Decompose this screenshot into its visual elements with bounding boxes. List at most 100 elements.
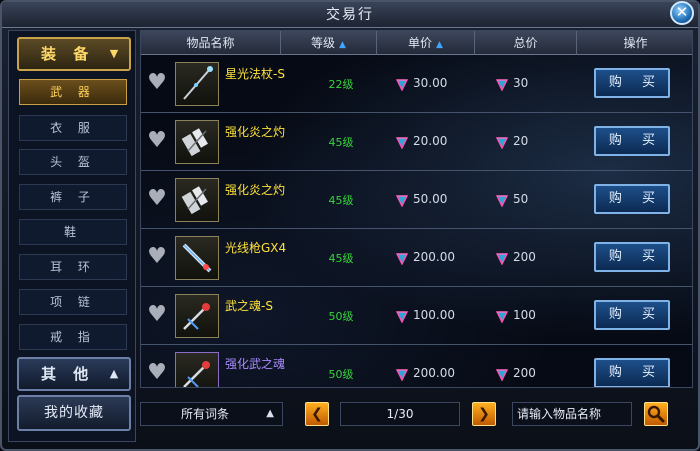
- window-title: 交易行: [326, 7, 374, 23]
- unit-price: 20.00: [413, 134, 448, 148]
- title-bar: 交易行: [2, 2, 698, 28]
- buy-button[interactable]: 购 买: [594, 300, 670, 330]
- prev-page-button[interactable]: ❮: [305, 402, 329, 426]
- table-row: ♥ 强化武之魂 50级 200.00 200 购 买: [141, 346, 692, 387]
- arrow-left-icon: ❮: [311, 406, 323, 422]
- favorite-heart-icon[interactable]: ♥: [145, 246, 169, 268]
- diamond-currency-icon: [495, 134, 509, 150]
- item-name: 强化武之魂: [225, 357, 286, 371]
- diamond-currency-icon: [395, 192, 409, 208]
- item-name: 光线枪GX4: [225, 241, 287, 255]
- item-name: 强化炎之灼: [225, 125, 286, 139]
- item-name: 武之魂-S: [225, 299, 273, 313]
- column-header-level[interactable]: 等级 ▲: [281, 31, 377, 55]
- search-icon: [647, 405, 665, 423]
- favorite-heart-icon[interactable]: ♥: [145, 188, 169, 210]
- attribute-filter-dropdown[interactable]: 所有词条 ▲: [140, 402, 283, 426]
- total-price: 50: [513, 192, 529, 206]
- item-level: 45级: [328, 136, 354, 149]
- total-price: 200: [513, 366, 536, 380]
- other-category-label: 其 他: [41, 365, 95, 383]
- table-row: ♥ 强化炎之灼 45级 50.00 50 购 买: [141, 172, 692, 229]
- table-header: 物品名称 等级 ▲ 单价 ▲ 总价 操作: [141, 31, 692, 55]
- item-search-input[interactable]: [512, 402, 632, 426]
- close-button[interactable]: ✕: [670, 1, 694, 25]
- sidebar-item-helmet[interactable]: 头 盔: [19, 149, 127, 175]
- gauntlet-icon[interactable]: [175, 178, 219, 222]
- unit-price: 50.00: [413, 192, 448, 206]
- diamond-currency-icon: [495, 366, 509, 382]
- sidebar-item-earrings[interactable]: 耳 环: [19, 254, 127, 280]
- diamond-currency-icon: [495, 192, 509, 208]
- sort-up-icon: ▲: [436, 40, 443, 50]
- gauntlet-icon[interactable]: [175, 120, 219, 164]
- table-row: ♥ 强化炎之灼 45级 20.00 20 购 买: [141, 114, 692, 171]
- column-header-item-name: 物品名称: [141, 31, 281, 55]
- diamond-currency-icon: [495, 308, 509, 324]
- item-level: 50级: [328, 368, 354, 381]
- diamond-currency-icon: [395, 366, 409, 382]
- sidebar-item-weapon[interactable]: 武 器: [19, 79, 127, 105]
- page-indicator: 1/30: [340, 402, 460, 426]
- staff-icon[interactable]: [175, 62, 219, 106]
- column-header-unit-price[interactable]: 单价 ▲: [377, 31, 475, 55]
- column-header-total-price: 总价: [475, 31, 577, 55]
- unit-price: 200.00: [413, 250, 455, 264]
- table-row: ♥ 光线枪GX4 45级 200.00 200 购 买: [141, 230, 692, 287]
- unit-price: 100.00: [413, 308, 455, 322]
- diamond-currency-icon: [395, 308, 409, 324]
- equipment-category-label: 装 备: [41, 45, 95, 63]
- filter-label: 所有词条: [181, 407, 230, 421]
- total-price: 20: [513, 134, 529, 148]
- sidebar-item-ring[interactable]: 戒 指: [19, 324, 127, 350]
- favorite-heart-icon[interactable]: ♥: [145, 362, 169, 384]
- buy-button[interactable]: 购 买: [594, 358, 670, 387]
- buy-button[interactable]: 购 买: [594, 184, 670, 214]
- unit-price: 200.00: [413, 366, 455, 380]
- item-level: 45级: [328, 252, 354, 265]
- sidebar-item-necklace[interactable]: 项 链: [19, 289, 127, 315]
- item-level: 22级: [328, 78, 354, 91]
- ray-gun-icon[interactable]: [175, 236, 219, 280]
- sidebar-item-clothes[interactable]: 衣 服: [19, 115, 127, 141]
- sidebar-item-shoes[interactable]: 鞋: [19, 219, 127, 245]
- arrow-right-icon: ❯: [478, 406, 490, 422]
- blade-icon[interactable]: [175, 294, 219, 338]
- category-sidebar: 装 备 ▼ 武 器 衣 服 头 盔 裤 子 鞋 耳 环 项 链 戒 指 其 他 …: [8, 30, 136, 442]
- next-page-button[interactable]: ❯: [472, 402, 496, 426]
- equipment-category-header[interactable]: 装 备 ▼: [17, 37, 131, 71]
- total-price: 200: [513, 250, 536, 264]
- favorites-button[interactable]: 我的收藏: [17, 395, 131, 431]
- item-level: 50级: [328, 310, 354, 323]
- chevron-down-icon: ▼: [109, 47, 119, 60]
- buy-button[interactable]: 购 买: [594, 126, 670, 156]
- diamond-currency-icon: [395, 76, 409, 92]
- column-header-action: 操作: [623, 36, 648, 50]
- diamond-currency-icon: [395, 250, 409, 266]
- diamond-currency-icon: [495, 250, 509, 266]
- favorite-heart-icon[interactable]: ♥: [145, 304, 169, 326]
- bottom-toolbar: 所有词条 ▲ ❮ 1/30 ❯: [140, 394, 693, 436]
- item-name: 强化炎之灼: [225, 183, 286, 197]
- favorite-heart-icon[interactable]: ♥: [145, 130, 169, 152]
- item-level: 45级: [328, 194, 354, 207]
- blade-icon[interactable]: [175, 352, 219, 387]
- sidebar-item-pants[interactable]: 裤 子: [19, 184, 127, 210]
- sort-up-icon: ▲: [339, 40, 346, 50]
- table-row: ♥ 星光法杖-S 22级 30.00 30 购 买: [141, 56, 692, 113]
- listing-table: 物品名称 等级 ▲ 单价 ▲ 总价 操作 ♥ 星光法杖-S 22级 30.00 30 购 买 ♥…: [140, 30, 693, 388]
- search-button[interactable]: [644, 402, 668, 426]
- favorite-heart-icon[interactable]: ♥: [145, 72, 169, 94]
- total-price: 100: [513, 308, 536, 322]
- item-name: 星光法杖-S: [225, 67, 285, 81]
- buy-button[interactable]: 购 买: [594, 68, 670, 98]
- chevron-up-icon: ▲: [109, 367, 119, 380]
- buy-button[interactable]: 购 买: [594, 242, 670, 272]
- diamond-currency-icon: [495, 76, 509, 92]
- chevron-up-icon: ▲: [266, 408, 274, 419]
- total-price: 30: [513, 76, 529, 90]
- diamond-currency-icon: [395, 134, 409, 150]
- table-row: ♥ 武之魂-S 50级 100.00 100 购 买: [141, 288, 692, 345]
- unit-price: 30.00: [413, 76, 448, 90]
- other-category-header[interactable]: 其 他 ▲: [17, 357, 131, 391]
